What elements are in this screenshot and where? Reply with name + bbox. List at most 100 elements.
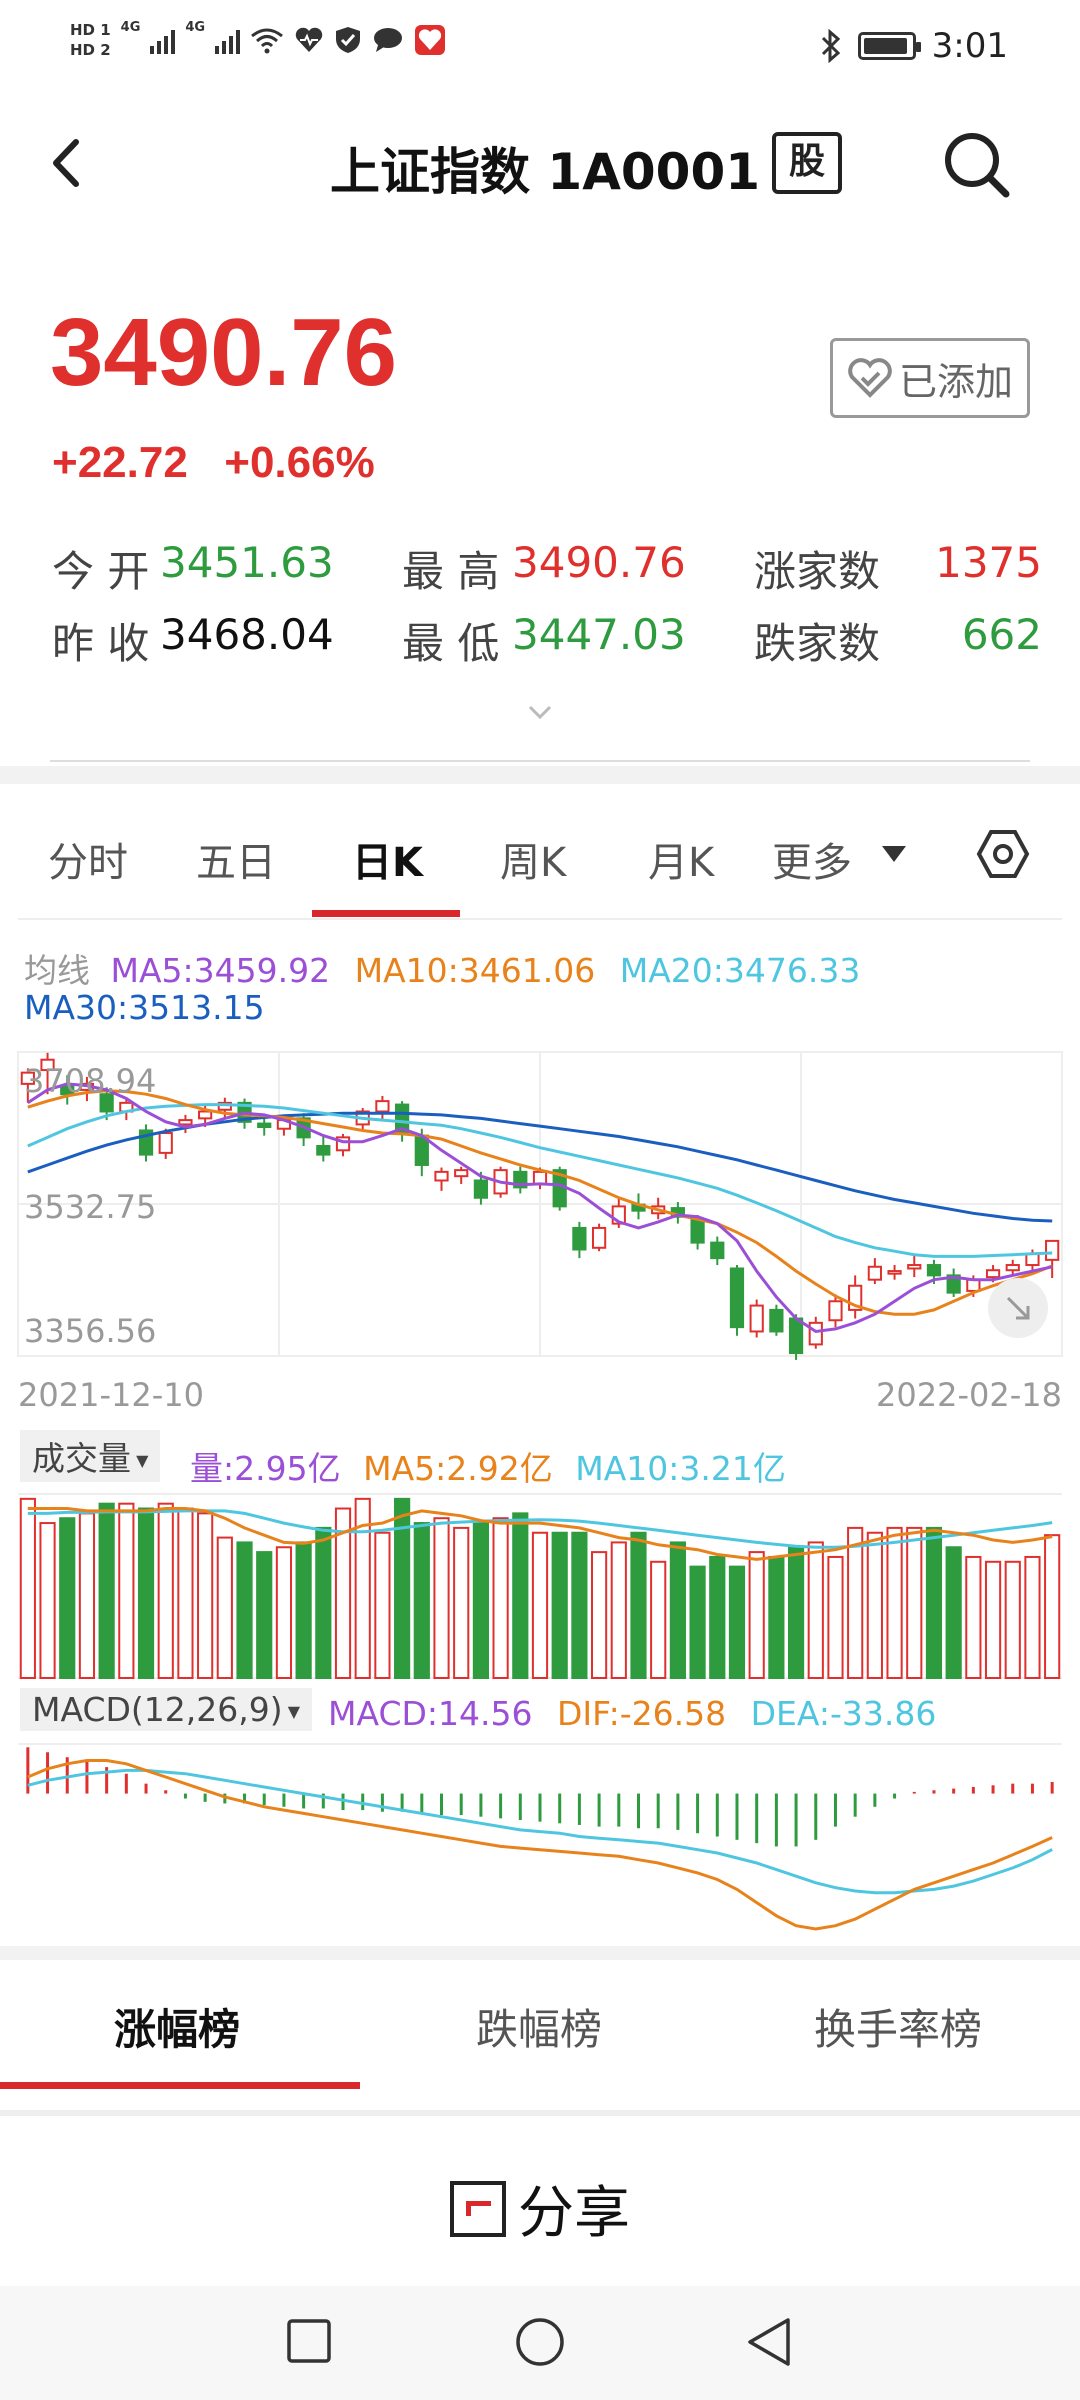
rank-tabs: 涨幅榜 跌幅榜 换手率榜 <box>0 1960 1080 2090</box>
divider-bottom <box>0 2110 1080 2116</box>
macd-value: MACD:14.56 <box>328 1694 533 1733</box>
volume-ma5: MA5:2.92亿 <box>363 1449 553 1488</box>
volume-selector[interactable]: 成交量 ▼ <box>20 1430 161 1482</box>
candle-body <box>178 1119 193 1126</box>
system-nav-bar <box>0 2286 1080 2400</box>
candle-body <box>1025 1252 1040 1267</box>
volume-bar <box>906 1526 923 1680</box>
volume-bar <box>453 1526 470 1680</box>
candle-body <box>473 1179 489 1199</box>
candle-body <box>591 1226 607 1249</box>
candle-body <box>749 1304 764 1333</box>
y-label-bottom: 3356.56 <box>24 1312 157 1350</box>
candle-body <box>926 1264 942 1277</box>
volume-bar <box>394 1497 411 1680</box>
volume-bar <box>275 1546 293 1680</box>
dif-value: DIF:-26.58 <box>557 1694 727 1733</box>
tab-top-losers[interactable]: 跌幅榜 <box>476 1996 602 2057</box>
section-separator-2 <box>0 1946 1080 1960</box>
volume-selector-label: 成交量 <box>32 1439 131 1478</box>
volume-bar <box>847 1526 864 1680</box>
volume-bar <box>78 1512 96 1679</box>
share-icon <box>450 2180 506 2237</box>
candle-body <box>572 1226 587 1251</box>
candle-body <box>690 1218 705 1244</box>
volume-bar <box>610 1541 627 1679</box>
candle-body <box>434 1170 449 1182</box>
dropdown-icon: ▼ <box>131 1451 149 1470</box>
volume-bar <box>768 1555 785 1680</box>
dropdown-icon: ▼ <box>282 1702 301 1721</box>
share-label: 分享 <box>518 2181 630 2246</box>
volume-bar <box>157 1502 174 1679</box>
volume-bar <box>748 1551 765 1679</box>
volume-bar <box>374 1531 391 1679</box>
kline-chart[interactable] <box>0 0 1080 1960</box>
macd-selector-label: MACD(12,26,9) <box>32 1690 283 1729</box>
volume-bar <box>137 1507 155 1680</box>
volume-bar <box>965 1555 982 1680</box>
y-label-mid: 3532.75 <box>24 1188 157 1226</box>
back-nav-icon[interactable] <box>744 2316 794 2368</box>
volume-bar <box>39 1522 56 1679</box>
volume-bar <box>827 1555 844 1680</box>
expand-arrow-icon <box>1006 1296 1030 1320</box>
volume-bar <box>295 1541 312 1679</box>
volume-bar <box>591 1551 608 1679</box>
candle-body <box>907 1264 922 1270</box>
candle-body <box>532 1170 548 1185</box>
home-icon[interactable] <box>514 2316 566 2368</box>
volume-bar <box>945 1546 962 1680</box>
dea-line <box>27 1768 1053 1895</box>
date-start: 2021-12-10 <box>18 1376 204 1414</box>
volume-bar <box>118 1502 135 1679</box>
dif-line <box>27 1759 1053 1931</box>
candle-body <box>828 1300 843 1322</box>
volume-ma10: MA10:3.21亿 <box>575 1449 786 1488</box>
y-label-top: 3708.94 <box>24 1062 157 1100</box>
candle-body <box>710 1241 725 1260</box>
volume-bar <box>551 1531 568 1679</box>
volume-bar <box>866 1531 883 1679</box>
macd-legend: MACD:14.56 DIF:-26.58 DEA:-33.86 <box>328 1694 936 1733</box>
volume-bar <box>315 1526 332 1680</box>
volume-bar <box>1024 1555 1041 1680</box>
candle-body <box>158 1132 173 1154</box>
volume-bar <box>1044 1534 1061 1679</box>
volume-bar <box>472 1522 489 1679</box>
candle-body <box>257 1122 272 1129</box>
volume-bar <box>787 1546 805 1680</box>
date-end: 2022-02-18 <box>876 1376 1062 1414</box>
volume-bar <box>571 1531 588 1679</box>
volume-legend: 量:2.95亿 MA5:2.92亿 MA10:3.21亿 <box>190 1442 786 1490</box>
volume-bar <box>689 1565 706 1680</box>
candle-body <box>316 1144 331 1156</box>
candle-body <box>887 1270 902 1275</box>
macd-selector[interactable]: MACD(12,26,9) ▼ <box>20 1688 313 1731</box>
tab-top-gainers[interactable]: 涨幅榜 <box>114 1996 240 2057</box>
fullscreen-button[interactable] <box>988 1278 1048 1338</box>
candle-body <box>1005 1264 1020 1272</box>
candle-body <box>867 1265 882 1281</box>
volume-bar <box>216 1536 233 1680</box>
volume-bar <box>433 1517 450 1680</box>
volume-bar <box>413 1522 430 1679</box>
volume-bar <box>492 1517 509 1680</box>
volume-bar <box>728 1565 746 1680</box>
volume-bar <box>19 1497 36 1680</box>
candle-body <box>198 1110 213 1120</box>
candle-body <box>808 1321 823 1346</box>
candle-body <box>375 1100 390 1113</box>
volume-bar <box>886 1526 903 1680</box>
tab-turnover-rate[interactable]: 换手率榜 <box>814 1996 982 2057</box>
volume-bar <box>669 1541 686 1679</box>
share-button[interactable]: 分享 <box>450 2168 630 2249</box>
dea-value: DEA:-33.86 <box>750 1694 937 1733</box>
recent-apps-icon[interactable] <box>286 2318 332 2364</box>
candle-body <box>1045 1239 1060 1261</box>
volume-bar <box>925 1526 943 1680</box>
volume-bar <box>630 1531 647 1679</box>
candle-body <box>729 1267 745 1329</box>
volume-value: 量:2.95亿 <box>190 1449 341 1488</box>
volume-bar <box>709 1555 726 1680</box>
